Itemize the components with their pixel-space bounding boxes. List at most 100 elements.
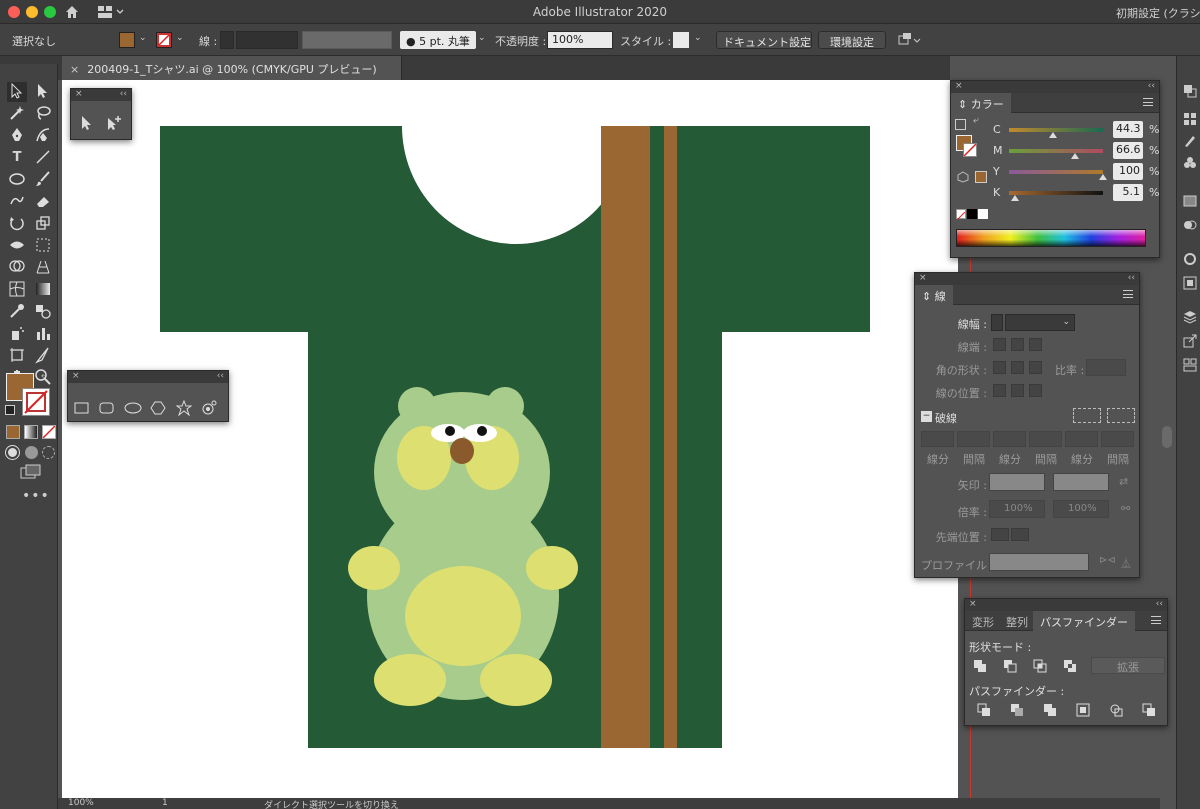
gradient-tool-icon[interactable] xyxy=(33,280,53,300)
end-scale-input[interactable]: 100% xyxy=(1053,500,1109,518)
gradient-panel-icon[interactable] xyxy=(1183,194,1197,208)
gradient-mode-icon[interactable] xyxy=(24,425,38,439)
expand-button[interactable]: 拡張 xyxy=(1091,657,1165,674)
layers-panel-icon[interactable] xyxy=(1183,310,1197,324)
selection-tool-icon[interactable] xyxy=(7,82,27,102)
black-color-chip[interactable] xyxy=(967,209,977,219)
export-panel-icon[interactable] xyxy=(1183,334,1197,348)
flip-horizontal-icon[interactable]: ⊳⊲ xyxy=(1099,555,1116,566)
dash-preserve-icon[interactable] xyxy=(1073,408,1101,423)
dash-input[interactable] xyxy=(921,431,954,447)
scale-tool-icon[interactable] xyxy=(33,214,53,234)
web-safe-swatch[interactable] xyxy=(975,171,987,183)
rectangle-tool-icon[interactable] xyxy=(74,401,90,415)
minus-back-icon[interactable] xyxy=(1142,703,1156,717)
edit-toolbar-icon[interactable]: ••• xyxy=(22,488,50,504)
link-icon[interactable]: ⚯ xyxy=(1121,502,1130,515)
start-arrow-select[interactable] xyxy=(989,473,1045,491)
close-panel-icon[interactable]: × xyxy=(955,81,963,91)
chevron-down-icon[interactable]: ⌄ xyxy=(139,33,147,43)
projecting-cap-icon[interactable] xyxy=(1029,338,1042,351)
miter-join-icon[interactable] xyxy=(993,361,1006,374)
brushes-panel-icon[interactable] xyxy=(1183,134,1197,148)
black-slider-thumb[interactable] xyxy=(1011,195,1019,201)
zoom-level[interactable]: 100% xyxy=(68,798,94,808)
color-panel-icon[interactable] xyxy=(1183,84,1197,98)
dashed-checkbox[interactable]: − xyxy=(921,411,932,422)
flip-vertical-icon[interactable]: ⏅ xyxy=(1121,555,1131,570)
magenta-slider-thumb[interactable] xyxy=(1071,153,1079,159)
tip-place-icon[interactable] xyxy=(1011,528,1029,541)
swatches-panel-icon[interactable] xyxy=(1183,112,1197,126)
tab-transform[interactable]: 変形 xyxy=(965,611,1001,631)
collapse-panel-icon[interactable]: ‹‹ xyxy=(1148,81,1155,91)
gap-input[interactable] xyxy=(957,431,990,447)
merge-icon[interactable] xyxy=(1043,703,1057,717)
scroll-thumb[interactable] xyxy=(1162,426,1172,448)
color-spectrum-bar[interactable] xyxy=(956,229,1146,247)
round-cap-icon[interactable] xyxy=(1011,338,1024,351)
round-join-icon[interactable] xyxy=(1011,361,1024,374)
minus-front-icon[interactable] xyxy=(1003,659,1017,673)
flare-tool-icon[interactable] xyxy=(201,400,217,416)
none-color-chip[interactable] xyxy=(956,209,966,221)
ellipse-tool-icon[interactable] xyxy=(7,170,27,190)
tab-color[interactable]: ⇕ カラー xyxy=(951,93,1011,113)
fill-swatch[interactable] xyxy=(119,32,135,48)
shape-builder-tool-icon[interactable] xyxy=(7,258,27,278)
perspective-grid-tool-icon[interactable] xyxy=(33,258,53,278)
draw-normal-icon[interactable] xyxy=(6,446,19,459)
direct-selection-tool-icon[interactable] xyxy=(33,82,53,102)
color-stroke-swatch[interactable] xyxy=(963,143,977,157)
variable-width-profile[interactable] xyxy=(302,31,392,49)
line-tool-icon[interactable] xyxy=(33,148,53,168)
chevron-down-icon[interactable]: ⌄ xyxy=(478,33,486,43)
tip-extend-icon[interactable] xyxy=(991,528,1009,541)
color-mode-icon[interactable] xyxy=(6,425,20,439)
chevron-down-icon[interactable]: ⌄ xyxy=(694,33,702,43)
collapse-panel-icon[interactable]: ‹‹ xyxy=(120,89,127,99)
dash-input[interactable] xyxy=(1065,431,1098,447)
document-setup-button[interactable]: ドキュメント設定 xyxy=(716,31,812,49)
yellow-slider-thumb[interactable] xyxy=(1099,174,1107,180)
screen-mode-icon[interactable] xyxy=(20,464,42,480)
close-panel-icon[interactable]: × xyxy=(969,599,977,609)
selection-tool-icon[interactable] xyxy=(79,115,95,131)
transparency-panel-icon[interactable] xyxy=(1183,218,1197,232)
artboard-canvas[interactable] xyxy=(62,80,958,798)
width-tool-icon[interactable] xyxy=(7,236,27,256)
intersect-icon[interactable] xyxy=(1033,659,1047,673)
stroke-weight-input[interactable] xyxy=(236,31,298,49)
document-tab[interactable]: × 200409-1_Tシャツ.ai @ 100% (CMYK/GPU プレビュー… xyxy=(62,56,402,80)
stroke-weight-stepper[interactable] xyxy=(220,31,234,49)
close-panel-icon[interactable]: × xyxy=(919,273,927,283)
dash-align-corners-icon[interactable] xyxy=(1107,408,1135,423)
artboard-tool-icon[interactable] xyxy=(7,346,27,366)
default-fill-stroke-icon[interactable] xyxy=(5,405,15,415)
align-outside-icon[interactable] xyxy=(1029,384,1042,397)
opacity-input[interactable]: 100% xyxy=(547,31,613,49)
draw-inside-icon[interactable] xyxy=(42,446,55,459)
blend-tool-icon[interactable] xyxy=(33,302,53,322)
shaper-tool-icon[interactable] xyxy=(7,192,27,212)
close-panel-icon[interactable]: × xyxy=(75,89,83,99)
swap-arrows-icon[interactable]: ⇄ xyxy=(1119,475,1128,488)
graphic-styles-panel-icon[interactable] xyxy=(1183,276,1197,290)
tab-pathfinder[interactable]: パスファインダー xyxy=(1033,611,1135,631)
stroke-color-swatch[interactable] xyxy=(22,388,50,416)
align-inside-icon[interactable] xyxy=(1011,384,1024,397)
default-colors-icon[interactable] xyxy=(955,119,966,130)
trim-icon[interactable] xyxy=(1010,703,1024,717)
rotate-tool-icon[interactable] xyxy=(7,214,27,234)
end-arrow-select[interactable] xyxy=(1053,473,1109,491)
miter-limit-input[interactable] xyxy=(1086,359,1126,376)
stroke-swatch[interactable] xyxy=(156,32,172,48)
gap-input[interactable] xyxy=(1029,431,1062,447)
draw-behind-icon[interactable] xyxy=(25,446,38,459)
yellow-value-input[interactable]: 100 xyxy=(1113,163,1143,180)
stroke-weight-stepper[interactable] xyxy=(991,314,1003,331)
arrange-icon[interactable] xyxy=(898,32,922,48)
add-anchor-point-icon[interactable] xyxy=(105,115,123,131)
appearance-panel-icon[interactable] xyxy=(1183,252,1197,266)
artboard-number[interactable]: 1 xyxy=(162,798,168,808)
